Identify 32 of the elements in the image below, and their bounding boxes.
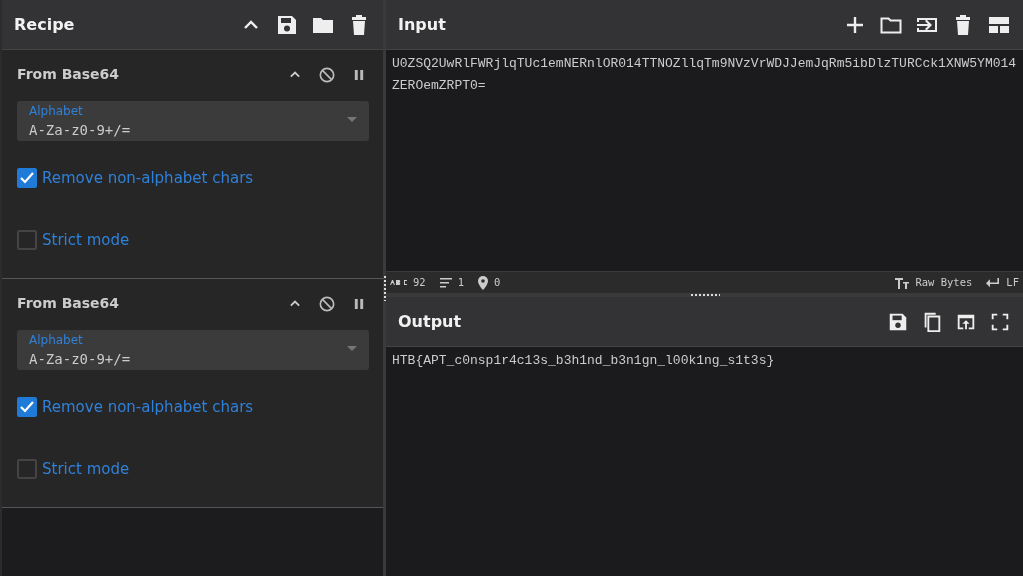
lines-icon xyxy=(439,277,452,288)
encoding-label: Raw Bytes xyxy=(915,274,973,290)
checkbox[interactable] xyxy=(17,459,37,479)
checkbox-label[interactable]: Remove non-alphabet chars xyxy=(42,166,254,190)
field-label: Alphabet xyxy=(29,104,84,118)
resize-handle[interactable] xyxy=(689,294,720,296)
alphabet-dropdown[interactable]: Alphabet A-Za-z0-9+/= xyxy=(17,330,369,370)
checkbox-label[interactable]: Strict mode xyxy=(42,228,130,252)
panel-title: Recipe xyxy=(14,13,76,36)
field-value: A-Za-z0-9+/= xyxy=(29,121,131,140)
length-count: 92 xyxy=(413,274,426,290)
line-count: 1 xyxy=(457,274,464,290)
panel-title: Input xyxy=(398,13,447,36)
checkbox[interactable] xyxy=(17,397,37,417)
panel-title: Output xyxy=(398,310,463,333)
location-pin-icon xyxy=(478,275,488,290)
dropdown-caret-icon xyxy=(347,346,357,352)
checkbox[interactable] xyxy=(17,230,37,250)
text-size-icon xyxy=(895,276,910,289)
alphabet-dropdown[interactable]: Alphabet A-Za-z0-9+/= xyxy=(17,101,369,141)
return-arrow-icon xyxy=(986,277,1001,288)
cursor-position: 0 xyxy=(494,274,501,290)
field-label: Alphabet xyxy=(29,333,84,347)
field-value: A-Za-z0-9+/= xyxy=(29,350,131,369)
dropdown-caret-icon xyxy=(347,117,357,123)
operation-name: From Base64 xyxy=(17,65,121,84)
operation-name: From Base64 xyxy=(17,294,121,313)
checkbox-label[interactable]: Remove non-alphabet chars xyxy=(42,395,254,419)
eol-label: LF xyxy=(1006,274,1019,290)
resize-handle[interactable] xyxy=(383,275,386,301)
checkbox-label[interactable]: Strict mode xyxy=(42,457,130,481)
checkbox[interactable] xyxy=(17,168,37,188)
